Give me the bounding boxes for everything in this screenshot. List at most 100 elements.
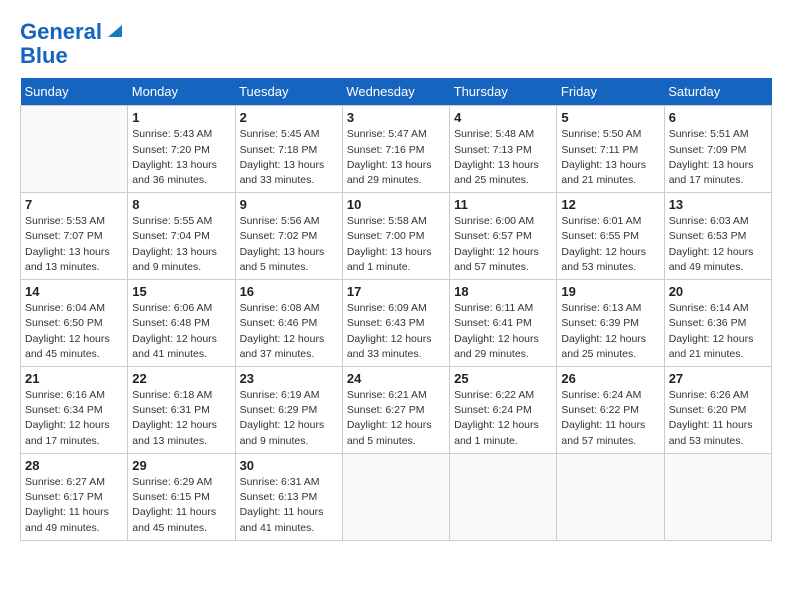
calendar-day-cell: 6Sunrise: 5:51 AM Sunset: 7:09 PM Daylig… <box>664 106 771 193</box>
day-info: Sunrise: 5:47 AM Sunset: 7:16 PM Dayligh… <box>347 127 445 188</box>
day-number: 23 <box>240 371 338 386</box>
day-info: Sunrise: 6:00 AM Sunset: 6:57 PM Dayligh… <box>454 214 552 275</box>
day-number: 30 <box>240 458 338 473</box>
logo-blue: Blue <box>20 43 68 68</box>
calendar-day-cell: 4 Sunrise: 5:48 AM Sunset: 7:13 PM Daylig… <box>450 106 557 193</box>
day-number: 2 <box>240 110 338 125</box>
calendar-day-cell: 3Sunrise: 5:47 AM Sunset: 7:16 PM Daylig… <box>342 106 449 193</box>
calendar-day-cell: 14 Sunrise: 6:04 AM Sunset: 6:50 PM Dayli… <box>21 280 128 367</box>
day-number: 19 <box>561 284 659 299</box>
weekday-header: Thursday <box>450 78 557 106</box>
day-number: 14 <box>25 284 123 299</box>
day-number: 20 <box>669 284 767 299</box>
day-number: 26 <box>561 371 659 386</box>
calendar-day-cell <box>557 453 664 540</box>
calendar-table: SundayMondayTuesdayWednesdayThursdayFrid… <box>20 78 772 540</box>
day-number: 16 <box>240 284 338 299</box>
day-number: 5 <box>561 110 659 125</box>
calendar-day-cell: 8 Sunrise: 5:55 AM Sunset: 7:04 PM Daylig… <box>128 193 235 280</box>
day-number: 8 <box>132 197 230 212</box>
day-info: Sunrise: 6:22 AM Sunset: 6:24 PM Dayligh… <box>454 388 552 449</box>
calendar-day-cell: 28 Sunrise: 6:27 AM Sunset: 6:17 PM Dayli… <box>21 453 128 540</box>
calendar-day-cell: 1 Sunrise: 5:43 AM Sunset: 7:20 PM Daylig… <box>128 106 235 193</box>
day-number: 29 <box>132 458 230 473</box>
weekday-header: Wednesday <box>342 78 449 106</box>
calendar-day-cell: 18 Sunrise: 6:11 AM Sunset: 6:41 PM Dayli… <box>450 280 557 367</box>
day-info: Sunrise: 6:11 AM Sunset: 6:41 PM Dayligh… <box>454 301 552 362</box>
calendar-week-row: 7Sunrise: 5:53 AM Sunset: 7:07 PM Daylig… <box>21 193 772 280</box>
day-info: Sunrise: 5:50 AM Sunset: 7:11 PM Dayligh… <box>561 127 659 188</box>
calendar-day-cell: 16Sunrise: 6:08 AM Sunset: 6:46 PM Dayli… <box>235 280 342 367</box>
day-info: Sunrise: 6:26 AM Sunset: 6:20 PM Dayligh… <box>669 388 767 449</box>
day-info: Sunrise: 5:45 AM Sunset: 7:18 PM Dayligh… <box>240 127 338 188</box>
calendar-day-cell: 11 Sunrise: 6:00 AM Sunset: 6:57 PM Dayli… <box>450 193 557 280</box>
day-info: Sunrise: 6:01 AM Sunset: 6:55 PM Dayligh… <box>561 214 659 275</box>
calendar-day-cell: 27 Sunrise: 6:26 AM Sunset: 6:20 PM Dayli… <box>664 367 771 454</box>
calendar-day-cell: 2 Sunrise: 5:45 AM Sunset: 7:18 PM Daylig… <box>235 106 342 193</box>
day-number: 15 <box>132 284 230 299</box>
calendar-day-cell: 24 Sunrise: 6:21 AM Sunset: 6:27 PM Dayli… <box>342 367 449 454</box>
logo: General Blue <box>20 20 126 68</box>
calendar-day-cell: 26 Sunrise: 6:24 AM Sunset: 6:22 PM Dayli… <box>557 367 664 454</box>
calendar-day-cell: 29 Sunrise: 6:29 AM Sunset: 6:15 PM Dayli… <box>128 453 235 540</box>
calendar-day-cell: 25 Sunrise: 6:22 AM Sunset: 6:24 PM Dayli… <box>450 367 557 454</box>
day-info: Sunrise: 6:29 AM Sunset: 6:15 PM Dayligh… <box>132 475 230 536</box>
calendar-week-row: 1 Sunrise: 5:43 AM Sunset: 7:20 PM Daylig… <box>21 106 772 193</box>
weekday-header: Monday <box>128 78 235 106</box>
day-number: 17 <box>347 284 445 299</box>
day-info: Sunrise: 6:06 AM Sunset: 6:48 PM Dayligh… <box>132 301 230 362</box>
day-info: Sunrise: 5:51 AM Sunset: 7:09 PM Dayligh… <box>669 127 767 188</box>
day-number: 1 <box>132 110 230 125</box>
day-number: 7 <box>25 197 123 212</box>
day-info: Sunrise: 6:18 AM Sunset: 6:31 PM Dayligh… <box>132 388 230 449</box>
day-info: Sunrise: 6:19 AM Sunset: 6:29 PM Dayligh… <box>240 388 338 449</box>
day-number: 18 <box>454 284 552 299</box>
weekday-header: Saturday <box>664 78 771 106</box>
day-number: 12 <box>561 197 659 212</box>
day-number: 21 <box>25 371 123 386</box>
day-info: Sunrise: 6:27 AM Sunset: 6:17 PM Dayligh… <box>25 475 123 536</box>
day-number: 28 <box>25 458 123 473</box>
calendar-day-cell: 15 Sunrise: 6:06 AM Sunset: 6:48 PM Dayli… <box>128 280 235 367</box>
day-info: Sunrise: 6:13 AM Sunset: 6:39 PM Dayligh… <box>561 301 659 362</box>
day-number: 25 <box>454 371 552 386</box>
day-number: 24 <box>347 371 445 386</box>
calendar-day-cell <box>664 453 771 540</box>
day-info: Sunrise: 5:48 AM Sunset: 7:13 PM Dayligh… <box>454 127 552 188</box>
calendar-day-cell: 13 Sunrise: 6:03 AM Sunset: 6:53 PM Dayli… <box>664 193 771 280</box>
calendar-day-cell: 19 Sunrise: 6:13 AM Sunset: 6:39 PM Dayli… <box>557 280 664 367</box>
calendar-day-cell <box>342 453 449 540</box>
day-info: Sunrise: 5:55 AM Sunset: 7:04 PM Dayligh… <box>132 214 230 275</box>
day-number: 4 <box>454 110 552 125</box>
day-info: Sunrise: 6:14 AM Sunset: 6:36 PM Dayligh… <box>669 301 767 362</box>
calendar-day-cell: 7Sunrise: 5:53 AM Sunset: 7:07 PM Daylig… <box>21 193 128 280</box>
day-number: 13 <box>669 197 767 212</box>
day-info: Sunrise: 5:58 AM Sunset: 7:00 PM Dayligh… <box>347 214 445 275</box>
page-header: General Blue <box>20 20 772 68</box>
day-number: 27 <box>669 371 767 386</box>
calendar-day-cell: 20 Sunrise: 6:14 AM Sunset: 6:36 PM Dayli… <box>664 280 771 367</box>
weekday-header: Tuesday <box>235 78 342 106</box>
day-info: Sunrise: 6:24 AM Sunset: 6:22 PM Dayligh… <box>561 388 659 449</box>
calendar-day-cell: 23 Sunrise: 6:19 AM Sunset: 6:29 PM Dayli… <box>235 367 342 454</box>
calendar-week-row: 21Sunrise: 6:16 AM Sunset: 6:34 PM Dayli… <box>21 367 772 454</box>
day-info: Sunrise: 5:43 AM Sunset: 7:20 PM Dayligh… <box>132 127 230 188</box>
logo-text: General <box>20 20 102 44</box>
calendar-week-row: 14 Sunrise: 6:04 AM Sunset: 6:50 PM Dayli… <box>21 280 772 367</box>
weekday-header: Sunday <box>21 78 128 106</box>
weekday-header: Friday <box>557 78 664 106</box>
calendar-day-cell: 12 Sunrise: 6:01 AM Sunset: 6:55 PM Dayli… <box>557 193 664 280</box>
day-number: 10 <box>347 197 445 212</box>
day-info: Sunrise: 6:21 AM Sunset: 6:27 PM Dayligh… <box>347 388 445 449</box>
day-number: 22 <box>132 371 230 386</box>
calendar-day-cell <box>450 453 557 540</box>
calendar-day-cell: 10 Sunrise: 5:58 AM Sunset: 7:00 PM Dayli… <box>342 193 449 280</box>
day-number: 11 <box>454 197 552 212</box>
calendar-day-cell: 21Sunrise: 6:16 AM Sunset: 6:34 PM Dayli… <box>21 367 128 454</box>
logo-icon <box>104 19 126 41</box>
day-info: Sunrise: 6:03 AM Sunset: 6:53 PM Dayligh… <box>669 214 767 275</box>
calendar-day-cell: 17Sunrise: 6:09 AM Sunset: 6:43 PM Dayli… <box>342 280 449 367</box>
calendar-week-row: 28 Sunrise: 6:27 AM Sunset: 6:17 PM Dayli… <box>21 453 772 540</box>
day-info: Sunrise: 6:04 AM Sunset: 6:50 PM Dayligh… <box>25 301 123 362</box>
calendar-day-cell: 5 Sunrise: 5:50 AM Sunset: 7:11 PM Daylig… <box>557 106 664 193</box>
